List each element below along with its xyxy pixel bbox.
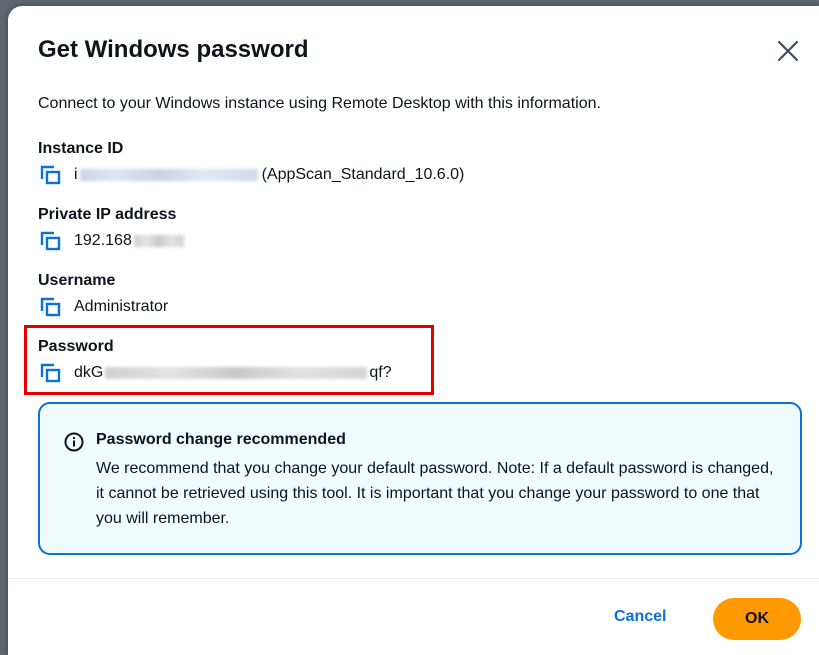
username-text: Administrator [74,298,169,315]
ok-button[interactable]: OK [713,598,801,640]
private-ip-field: Private IP address 192.168 [38,204,184,253]
instance-id-label: Instance ID [38,140,124,157]
dialog-title: Get Windows password [38,36,309,63]
password-change-alert: Password change recommended We recommend… [38,402,802,555]
redacted-text [133,235,184,247]
copy-username-icon[interactable] [40,297,62,317]
instance-id-field: Instance ID i (AppScan_Standard_10.6.0) [38,138,464,187]
instance-id-prefix: i [74,166,78,183]
info-icon [64,432,84,452]
redacted-text [79,169,258,181]
username-value: Administrator [38,295,168,319]
footer-divider [8,578,819,579]
private-ip-prefix: 192.168 [74,232,132,249]
private-ip-label: Private IP address [38,206,177,223]
username-label: Username [38,272,116,289]
copy-private-ip-icon[interactable] [40,231,62,251]
cancel-button[interactable]: Cancel [606,604,674,630]
intro-text: Connect to your Windows instance using R… [38,95,601,112]
copy-instance-id-icon[interactable] [40,165,62,185]
instance-id-name: (AppScan_Standard_10.6.0) [261,166,465,183]
password-highlight-box [24,325,434,395]
close-button[interactable] [775,38,801,64]
instance-id-value: i (AppScan_Standard_10.6.0) [38,163,464,187]
get-windows-password-dialog: Get Windows password Connect to your Win… [8,6,819,655]
alert-title: Password change recommended [96,431,346,448]
close-icon [777,40,799,62]
username-field: Username Administrator [38,270,168,319]
private-ip-value: 192.168 [38,229,184,253]
alert-body: We recommend that you change your defaul… [96,460,774,527]
